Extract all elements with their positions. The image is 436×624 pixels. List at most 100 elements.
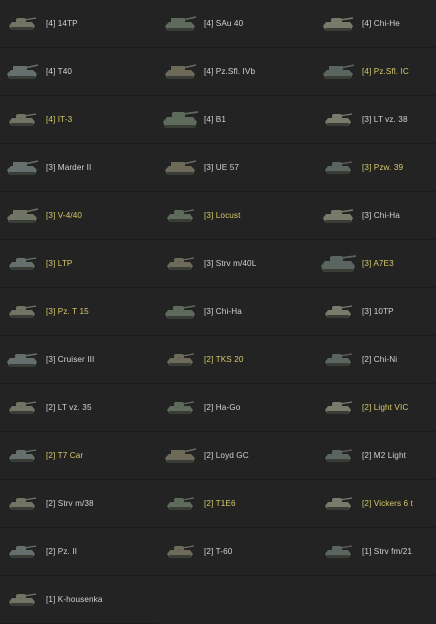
empty-cell [158, 576, 316, 624]
tank-label: [4] IT-3 [46, 115, 73, 124]
tank-item[interactable]: [2] Ha-Go [158, 384, 316, 432]
light-tank-icon [316, 105, 360, 135]
light-tank-icon [0, 489, 44, 519]
tank-label: [1] Strv fm/21 [362, 547, 413, 556]
light-tank-icon [0, 297, 44, 327]
tank-item[interactable]: [3] Marder II [0, 144, 158, 192]
tank-label: [2] Light VIC [362, 403, 409, 412]
light-tank-icon [0, 9, 44, 39]
tank-item[interactable]: [3] A7E3 [316, 240, 436, 288]
tank-label: [3] Locust [204, 211, 241, 220]
tank-destroyer-icon [0, 201, 44, 231]
tank-item[interactable]: [4] SAu 40 [158, 0, 316, 48]
tank-item[interactable]: [2] T7 Car [0, 432, 158, 480]
tank-item[interactable]: [4] Chi-He [316, 0, 436, 48]
tank-label: [4] 14TP [46, 19, 78, 28]
light-tank-icon [158, 345, 202, 375]
tank-item[interactable]: [4] T40 [0, 48, 158, 96]
heavy-tank-icon [158, 105, 202, 135]
tank-item[interactable]: [2] T1E6 [158, 480, 316, 528]
tank-item[interactable]: [3] Locust [158, 192, 316, 240]
tank-item[interactable]: [2] Pz. II [0, 528, 158, 576]
tank-item[interactable]: [3] UE 57 [158, 144, 316, 192]
tank-item[interactable]: [2] LT vz. 35 [0, 384, 158, 432]
light-tank-icon [158, 489, 202, 519]
light-tank-icon [316, 441, 360, 471]
tank-destroyer-icon [0, 57, 44, 87]
tank-label: [2] Pz. II [46, 547, 78, 556]
tank-label: [3] Chi-Ha [362, 211, 400, 220]
tank-label: [2] Chi-Ni [362, 355, 398, 364]
tank-grid: [4] 14TP [4] SAu 40 [4] Chi-He [4] T40 [4] P… [0, 0, 436, 624]
light-tank-icon [0, 393, 44, 423]
light-tank-icon [0, 441, 44, 471]
tank-destroyer-icon [158, 441, 202, 471]
medium-tank-icon [0, 345, 44, 375]
tank-item[interactable]: [3] Pz. T 15 [0, 288, 158, 336]
tank-label: [2] T7 Car [46, 451, 84, 460]
tank-destroyer-icon [158, 9, 202, 39]
tank-label: [3] Marder II [46, 163, 92, 172]
tank-label: [4] Chi-He [362, 19, 400, 28]
tank-label: [4] B1 [204, 115, 226, 124]
tank-label: [3] LTP [46, 259, 73, 268]
tank-item[interactable]: [4] Pz.Sfl. IC [316, 48, 436, 96]
tank-item[interactable]: [3] Chi-Ha [316, 192, 436, 240]
tank-item[interactable]: [4] B1 [158, 96, 316, 144]
tank-label: [3] Strv m/40L [204, 259, 257, 268]
tank-item[interactable]: [1] K-housenka [0, 576, 158, 624]
light-tank-icon [316, 297, 360, 327]
light-tank-icon [158, 393, 202, 423]
tank-label: [3] UE 57 [204, 163, 240, 172]
light-tank-icon [158, 537, 202, 567]
light-tank-icon [316, 537, 360, 567]
tank-label: [3] Pzw. 39 [362, 163, 404, 172]
tank-item[interactable]: [2] TKS 20 [158, 336, 316, 384]
tank-item[interactable]: [3] Strv m/40L [158, 240, 316, 288]
tank-label: [2] LT vz. 35 [46, 403, 92, 412]
tank-item[interactable]: [3] Chi-Ha [158, 288, 316, 336]
light-tank-icon [316, 345, 360, 375]
tank-label: [4] SAu 40 [204, 19, 244, 28]
tank-label: [2] M2 Light [362, 451, 406, 460]
tank-item[interactable]: [3] Cruiser III [0, 336, 158, 384]
tank-destroyer-icon [0, 153, 44, 183]
tank-destroyer-icon [316, 57, 360, 87]
empty-cell [316, 576, 436, 624]
tank-item[interactable]: [3] Pzw. 39 [316, 144, 436, 192]
tank-item[interactable]: [4] 14TP [0, 0, 158, 48]
tank-item[interactable]: [2] Vickers 6 t [316, 480, 436, 528]
light-tank-icon [0, 105, 44, 135]
tank-item[interactable]: [2] T-60 [158, 528, 316, 576]
tank-label: [4] T40 [46, 67, 73, 76]
tank-label: [4] Pz.Sfl. IC [362, 67, 409, 76]
tank-item[interactable]: [2] Loyd GC [158, 432, 316, 480]
tank-label: [4] Pz.Sfl. IVb [204, 67, 256, 76]
tank-item[interactable]: [4] IT-3 [0, 96, 158, 144]
light-tank-icon [316, 393, 360, 423]
tank-label: [2] Vickers 6 t [362, 499, 413, 508]
tank-item[interactable]: [3] LT vz. 38 [316, 96, 436, 144]
tank-item[interactable]: [1] Strv fm/21 [316, 528, 436, 576]
tank-item[interactable]: [2] Strv m/38 [0, 480, 158, 528]
light-tank-icon [0, 537, 44, 567]
medium-tank-icon [158, 297, 202, 327]
tank-label: [3] 10TP [362, 307, 394, 316]
tank-label: [3] A7E3 [362, 259, 394, 268]
light-tank-icon [0, 585, 44, 615]
tank-label: [3] Cruiser III [46, 355, 95, 364]
tank-item[interactable]: [2] Light VIC [316, 384, 436, 432]
light-tank-icon [158, 201, 202, 231]
tank-label: [2] Ha-Go [204, 403, 241, 412]
tank-item[interactable]: [2] M2 Light [316, 432, 436, 480]
medium-tank-icon [316, 201, 360, 231]
tank-item[interactable]: [3] LTP [0, 240, 158, 288]
tank-label: [2] Loyd GC [204, 451, 249, 460]
light-tank-icon [158, 249, 202, 279]
tank-item[interactable]: [3] V-4/40 [0, 192, 158, 240]
tank-item[interactable]: [2] Chi-Ni [316, 336, 436, 384]
tank-item[interactable]: [3] 10TP [316, 288, 436, 336]
heavy-tank-icon [316, 249, 360, 279]
tank-label: [2] T1E6 [204, 499, 236, 508]
tank-item[interactable]: [4] Pz.Sfl. IVb [158, 48, 316, 96]
